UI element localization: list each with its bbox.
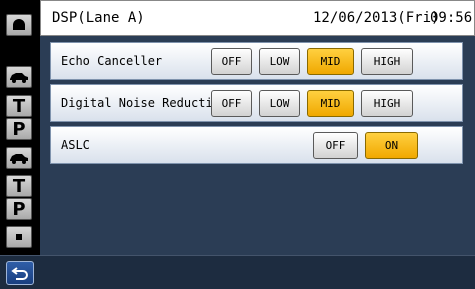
car-button-1[interactable] [6, 66, 32, 88]
settings-panel: Echo Canceller OFF LOW MID HIGH Digital … [40, 36, 475, 255]
car-icon [10, 154, 28, 164]
page-title: DSP(Lane A) [52, 10, 145, 26]
setting-label: Digital Noise Reduction [61, 96, 228, 110]
setting-label: ASLC [61, 138, 90, 152]
p-button-1[interactable]: P [6, 118, 32, 140]
t-label: T [12, 95, 26, 117]
return-arrow-icon [11, 267, 28, 280]
setting-row-aslc: ASLC OFF ON [50, 126, 463, 164]
echo-canceller-low-button[interactable]: LOW [259, 48, 300, 75]
dot-icon [16, 234, 22, 240]
aslc-off-button[interactable]: OFF [313, 132, 358, 159]
p-label: P [12, 118, 26, 140]
echo-canceller-off-button[interactable]: OFF [211, 48, 252, 75]
footer-bar [0, 255, 475, 289]
sidebar: T P T P [0, 0, 40, 289]
noise-reduction-low-button[interactable]: LOW [259, 90, 300, 117]
date-display: 12/06/2013(Fri) [313, 10, 440, 26]
back-button[interactable] [6, 261, 34, 285]
car-icon [10, 73, 28, 83]
noise-reduction-off-button[interactable]: OFF [211, 90, 252, 117]
dot-button[interactable] [6, 226, 32, 248]
echo-canceller-mid-button[interactable]: MID [307, 48, 354, 75]
echo-canceller-high-button[interactable]: HIGH [361, 48, 413, 75]
noise-reduction-high-button[interactable]: HIGH [361, 90, 413, 117]
t-button-1[interactable]: T [6, 95, 32, 117]
noise-reduction-mid-button[interactable]: MID [307, 90, 354, 117]
t-label: T [12, 175, 26, 197]
camera-dome-icon [13, 19, 25, 30]
time-display: 09:56 [430, 10, 473, 26]
setting-label: Echo Canceller [61, 54, 163, 68]
car-button-2[interactable] [6, 147, 32, 169]
p-label: P [12, 198, 26, 220]
setting-row-digital-noise-reduction: Digital Noise Reduction OFF LOW MID HIGH [50, 84, 463, 122]
camera-dome-button[interactable] [6, 14, 32, 36]
t-button-2[interactable]: T [6, 175, 32, 197]
setting-row-echo-canceller: Echo Canceller OFF LOW MID HIGH [50, 42, 463, 80]
p-button-2[interactable]: P [6, 198, 32, 220]
header-bar: DSP(Lane A) 12/06/2013(Fri) 09:56 [40, 0, 475, 36]
aslc-on-button[interactable]: ON [365, 132, 418, 159]
